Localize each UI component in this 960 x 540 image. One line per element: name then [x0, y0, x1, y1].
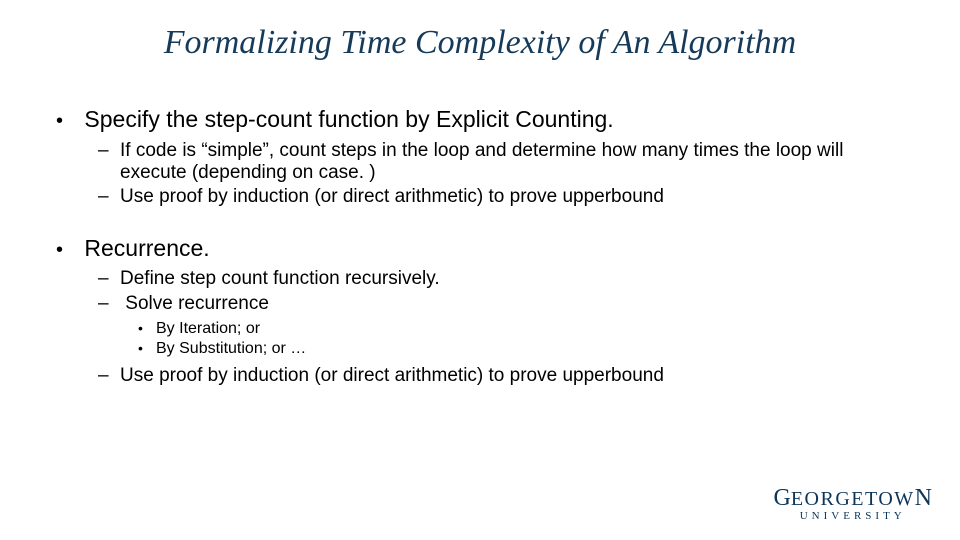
- bullet-text: Specify the step-count function by Expli…: [84, 106, 613, 132]
- bullet-text: Define step count function recursively.: [120, 268, 440, 289]
- logo-line1: GEORGETOWN: [773, 485, 932, 512]
- bullet-l3: By Iteration; or: [156, 319, 912, 339]
- bullet-sublist: If code is “simple”, count steps in the …: [78, 140, 912, 209]
- bullet-l1: Recurrence. Define step count function r…: [78, 235, 912, 388]
- bullet-l2: Use proof by induction (or direct arithm…: [120, 365, 912, 387]
- bullet-text: By Iteration; or: [156, 320, 260, 337]
- bullet-text: Use proof by induction (or direct arithm…: [120, 186, 664, 207]
- bullet-l2: Use proof by induction (or direct arithm…: [120, 186, 912, 208]
- bullet-l1: Specify the step-count function by Expli…: [78, 106, 912, 209]
- bullet-text: By Substitution; or …: [156, 340, 306, 357]
- georgetown-logo: GEORGETOWN UNIVERSITY: [773, 485, 932, 522]
- bullet-sublist: Define step count function recursively. …: [78, 268, 912, 387]
- bullet-l2: Define step count function recursively.: [120, 268, 912, 290]
- bullet-text: If code is “simple”, count steps in the …: [120, 140, 843, 183]
- bullet-list: Specify the step-count function by Expli…: [48, 106, 912, 388]
- bullet-text: Solve recurrence: [125, 293, 269, 314]
- bullet-l2: Solve recurrence By Iteration; or By Sub…: [120, 293, 912, 359]
- bullet-text: Recurrence.: [84, 235, 209, 261]
- slide: Formalizing Time Complexity of An Algori…: [0, 0, 960, 540]
- bullet-l3: By Substitution; or …: [156, 339, 912, 359]
- bullet-text: Use proof by induction (or direct arithm…: [120, 365, 664, 386]
- bullet-subsublist: By Iteration; or By Substitution; or …: [120, 319, 912, 359]
- slide-title: Formalizing Time Complexity of An Algori…: [48, 24, 912, 62]
- bullet-l2: If code is “simple”, count steps in the …: [120, 140, 912, 185]
